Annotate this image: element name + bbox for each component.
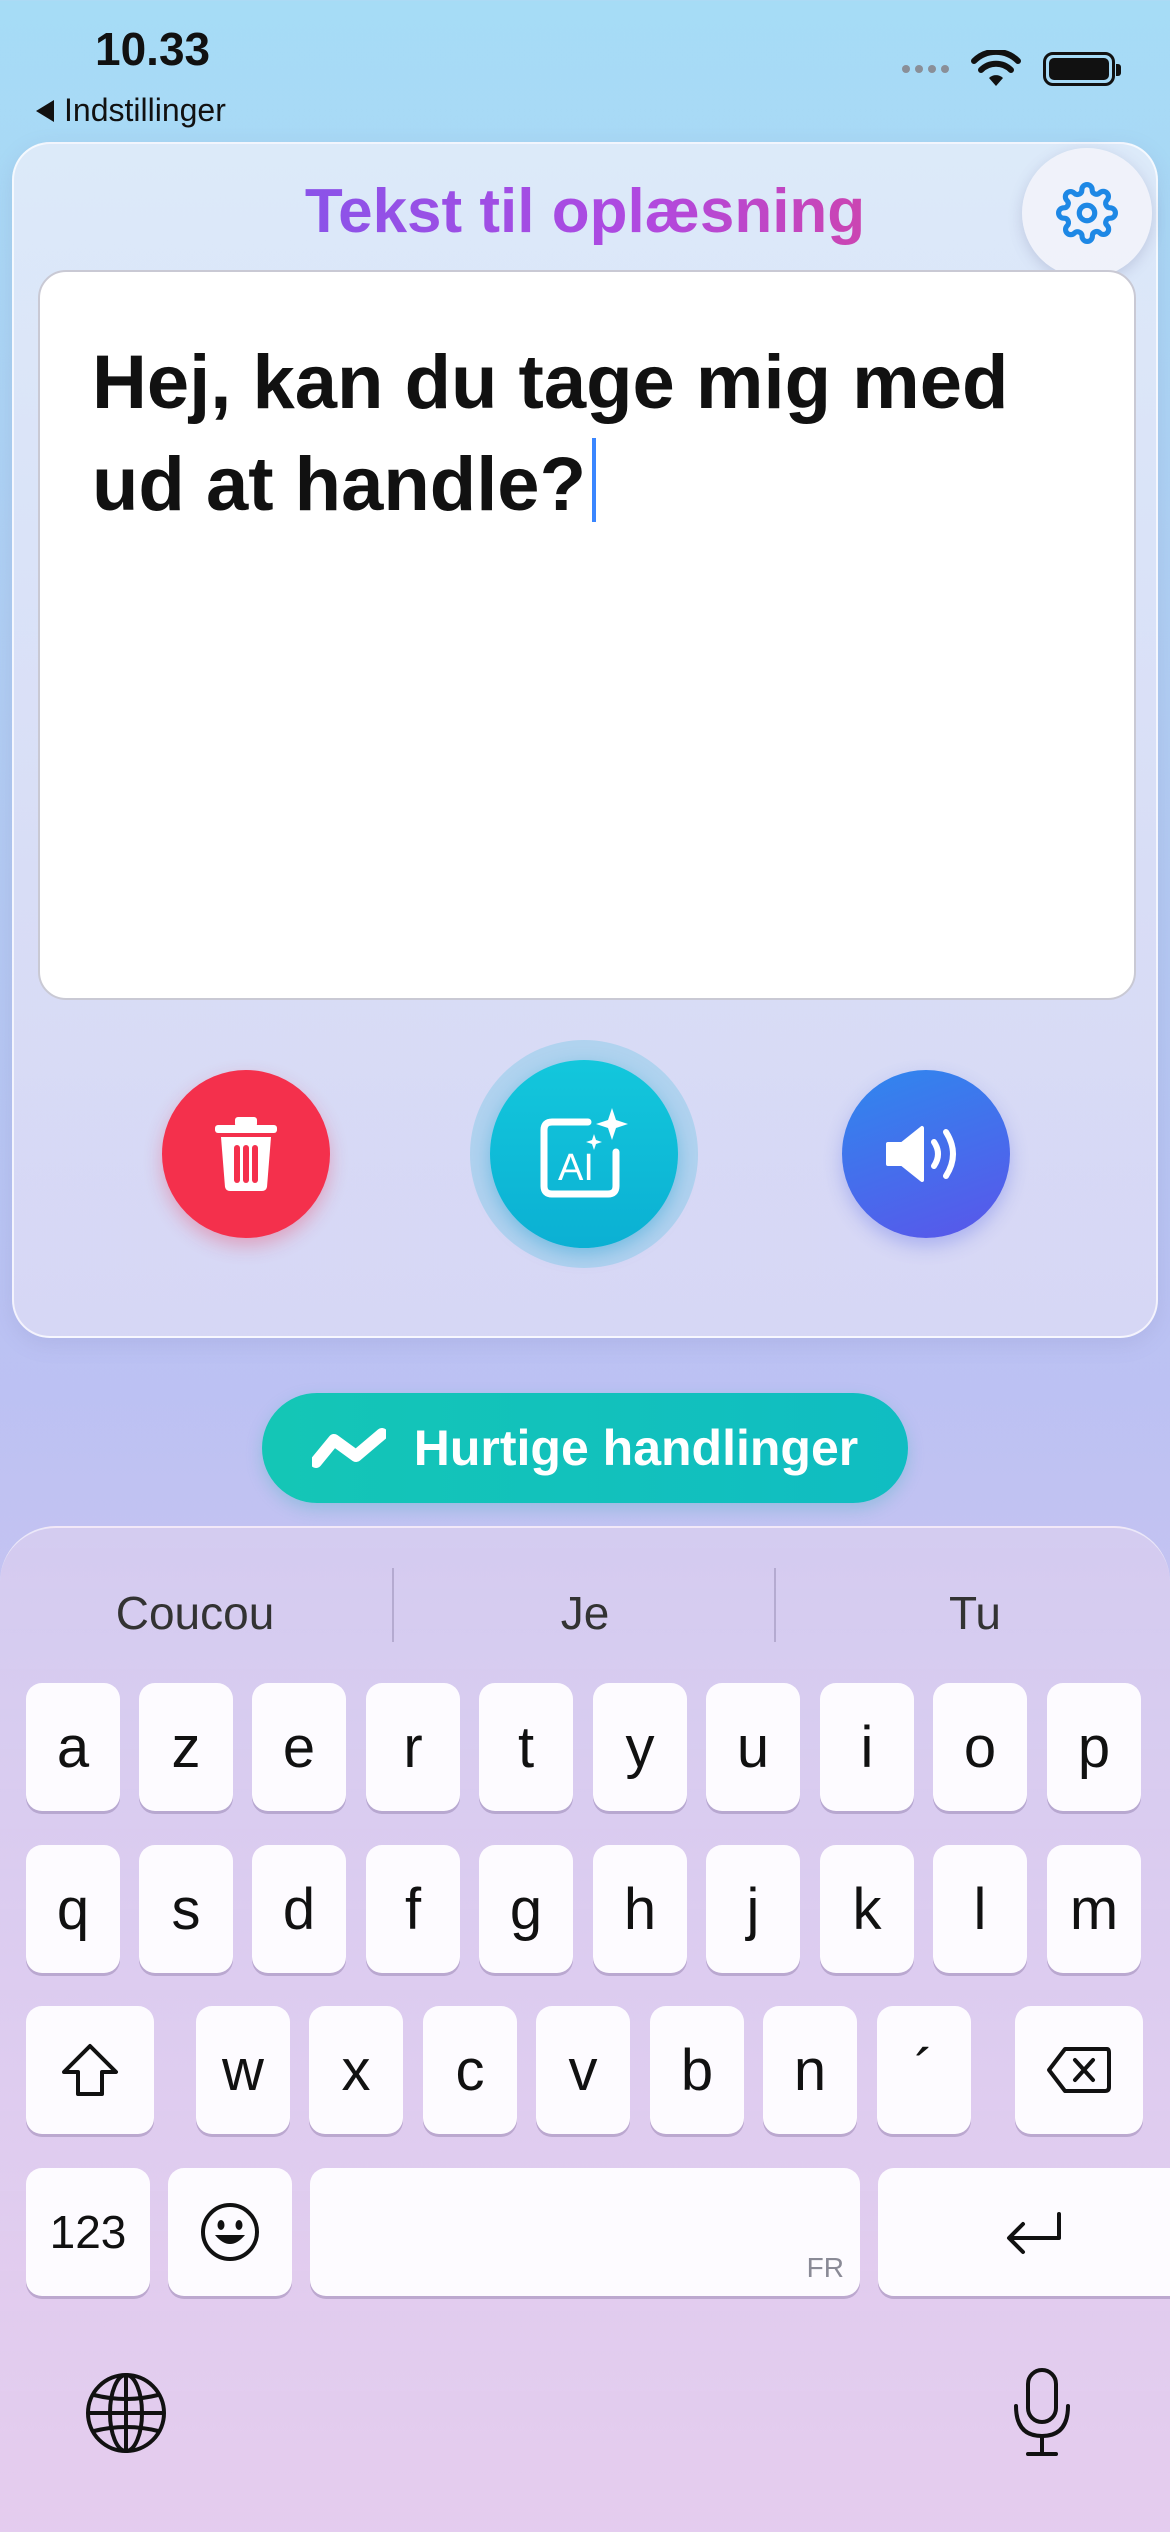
return-key[interactable]	[878, 2168, 1170, 2296]
delete-button[interactable]	[162, 1070, 330, 1238]
key-q[interactable]: q	[26, 1845, 120, 1973]
key-acute-accent[interactable]: ´	[877, 2006, 971, 2134]
emoji-icon	[201, 2203, 259, 2261]
key-h[interactable]: h	[593, 1845, 687, 1973]
back-label: Indstillinger	[64, 92, 226, 128]
key-b[interactable]: b	[650, 2006, 744, 2134]
shift-icon	[62, 2044, 118, 2096]
key-i[interactable]: i	[820, 1683, 914, 1811]
speaker-icon	[886, 1126, 956, 1182]
microphone-icon[interactable]	[1010, 2366, 1074, 2458]
key-s[interactable]: s	[139, 1845, 233, 1973]
zigzag-icon	[311, 1428, 386, 1468]
emoji-key[interactable]	[168, 2168, 292, 2296]
key-o[interactable]: o	[933, 1683, 1027, 1811]
suggestion-divider	[392, 1568, 394, 1642]
key-a[interactable]: a	[26, 1683, 120, 1811]
key-x[interactable]: x	[309, 2006, 403, 2134]
key-v[interactable]: v	[536, 2006, 630, 2134]
trash-icon	[215, 1117, 277, 1191]
key-w[interactable]: w	[196, 2006, 290, 2134]
shift-key[interactable]	[26, 2006, 154, 2134]
back-to-settings[interactable]: Indstillinger	[36, 92, 226, 129]
cellular-signal-icon	[902, 65, 949, 73]
key-t[interactable]: t	[479, 1683, 573, 1811]
key-p[interactable]: p	[1047, 1683, 1141, 1811]
suggestion-item[interactable]: Je	[390, 1576, 780, 1650]
ai-sparkle-icon: AI	[540, 1108, 628, 1198]
quick-actions-label: Hurtige handlinger	[413, 1420, 859, 1476]
key-u[interactable]: u	[706, 1683, 800, 1811]
suggestion-divider	[774, 1568, 776, 1642]
back-arrow-icon	[36, 99, 54, 122]
settings-button[interactable]	[1022, 148, 1152, 278]
text-input-area[interactable]: Hej, kan du tage mig med ud at handle?	[38, 270, 1136, 1000]
key-g[interactable]: g	[479, 1845, 573, 1973]
key-m[interactable]: m	[1047, 1845, 1141, 1973]
backspace-key[interactable]	[1015, 2006, 1143, 2134]
key-e[interactable]: e	[252, 1683, 346, 1811]
key-f[interactable]: f	[366, 1845, 460, 1973]
return-icon	[1007, 2212, 1061, 2254]
key-d[interactable]: d	[252, 1845, 346, 1973]
key-n[interactable]: n	[763, 2006, 857, 2134]
wifi-icon	[971, 50, 1021, 86]
status-icons	[902, 50, 1121, 88]
text-caret	[592, 438, 596, 522]
svg-text:AI: AI	[558, 1147, 594, 1189]
tts-card: Tekst til oplæsning Hej, kan du tage mig…	[12, 142, 1158, 1338]
space-key[interactable]: FR	[310, 2168, 860, 2296]
key-z[interactable]: z	[139, 1683, 233, 1811]
key-j[interactable]: j	[706, 1845, 800, 1973]
key-k[interactable]: k	[820, 1845, 914, 1973]
ai-assist-button[interactable]: AI	[490, 1060, 678, 1248]
suggestion-bar: Coucou Je Tu	[0, 1576, 1170, 1650]
suggestion-item[interactable]: Coucou	[0, 1576, 390, 1650]
gear-icon	[1056, 182, 1118, 244]
backspace-icon	[1047, 2047, 1111, 2093]
battery-icon	[1043, 52, 1121, 86]
globe-icon[interactable]	[84, 2371, 168, 2455]
numbers-key[interactable]: 123	[26, 2168, 150, 2296]
speak-button[interactable]	[842, 1070, 1010, 1238]
key-y[interactable]: y	[593, 1683, 687, 1811]
key-l[interactable]: l	[933, 1845, 1027, 1973]
text-input-value: Hej, kan du tage mig med ud at handle?	[92, 340, 1009, 527]
suggestion-item[interactable]: Tu	[780, 1576, 1170, 1650]
status-time: 10.33	[95, 23, 211, 75]
page-title: Tekst til oplæsning	[14, 176, 1156, 247]
key-c[interactable]: c	[423, 2006, 517, 2134]
key-r[interactable]: r	[366, 1683, 460, 1811]
space-language-label: FR	[806, 2252, 844, 2283]
quick-actions-button[interactable]: Hurtige handlinger	[262, 1393, 908, 1503]
